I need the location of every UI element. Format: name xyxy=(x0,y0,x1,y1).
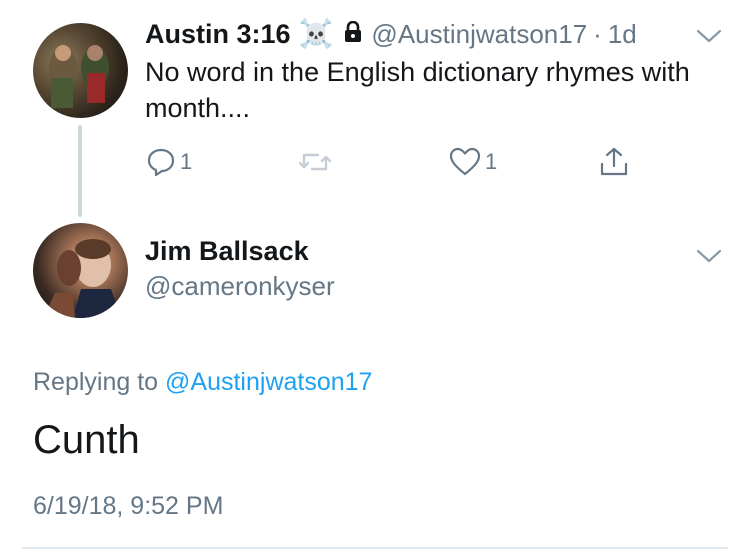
reply-author-name[interactable]: Jim Ballsack xyxy=(145,236,309,267)
thread-connector-line xyxy=(78,125,82,217)
chevron-down-icon[interactable] xyxy=(696,248,722,264)
reply-text: Cunth xyxy=(33,418,140,462)
replying-to-label: Replying to xyxy=(33,368,159,396)
tweet-text: No word in the English dictionary rhymes… xyxy=(145,57,690,123)
like-count: 1 xyxy=(485,149,498,174)
replying-to-handle-link[interactable]: @Austinjwatson17 xyxy=(165,368,372,396)
retweet-button[interactable] xyxy=(298,145,336,179)
reply-author-handle[interactable]: @cameronkyser xyxy=(145,271,335,302)
share-icon xyxy=(600,147,628,176)
replying-to-line: Replying to @Austinjwatson17 xyxy=(33,368,372,397)
lock-icon xyxy=(343,20,363,48)
author-name[interactable]: Austin 3:16 xyxy=(145,19,291,50)
tweet-age[interactable]: 1d xyxy=(608,19,637,50)
reply-button[interactable]: 1 xyxy=(146,145,192,179)
divider xyxy=(22,547,728,549)
author-avatar[interactable] xyxy=(33,23,128,118)
skull-emoji-icon: ☠️ xyxy=(298,18,334,49)
heart-icon xyxy=(449,147,481,176)
retweet-icon xyxy=(298,153,332,171)
reply-icon xyxy=(147,148,175,177)
share-button[interactable] xyxy=(598,145,630,179)
like-button[interactable]: 1 xyxy=(449,145,497,179)
reply-count: 1 xyxy=(180,149,193,174)
tweet-header: Austin 3:16 ☠️ @Austinjwatson17 · 1d xyxy=(145,16,637,52)
separator-dot: · xyxy=(593,18,602,49)
reply-author-avatar[interactable] xyxy=(33,223,128,318)
author-handle[interactable]: @Austinjwatson17 xyxy=(371,19,587,50)
reply-timestamp[interactable]: 6/19/18, 9:52 PM xyxy=(33,492,223,521)
chevron-down-icon[interactable] xyxy=(696,28,722,44)
